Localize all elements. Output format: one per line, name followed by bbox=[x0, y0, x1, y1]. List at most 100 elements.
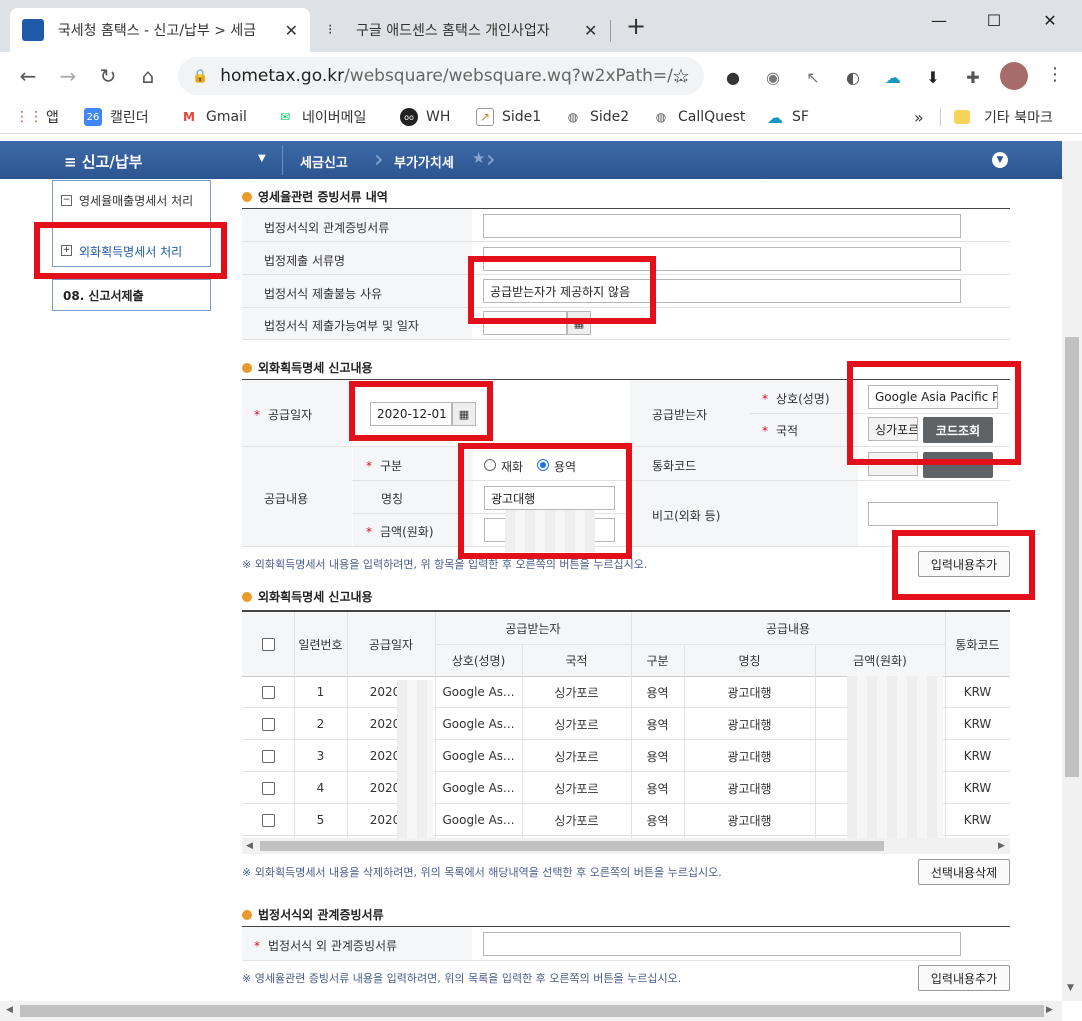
menu-icon[interactable]: ⋮ bbox=[1046, 64, 1064, 85]
forward-icon[interactable]: → bbox=[54, 62, 82, 90]
cell-type: 용역 bbox=[646, 685, 669, 700]
sidebar-item-submit[interactable]: 08. 신고서제출 bbox=[52, 279, 211, 311]
header-date: 공급일자 bbox=[368, 637, 414, 652]
adsense-favicon-icon: ⁝ bbox=[328, 22, 333, 38]
header-seq: 일련번호 bbox=[298, 637, 343, 652]
other-bookmarks[interactable]: 기타 북마크 bbox=[954, 106, 1053, 128]
bullet-icon bbox=[242, 191, 252, 202]
help-note: ※ 영세율관련 증빙서류 내용을 입력하려면, 위의 목록을 입력한 후 오른쪽… bbox=[242, 972, 682, 985]
bookmark-label: 네이버메일 bbox=[302, 110, 367, 126]
tab-title: 구글 애드센스 홈택스 개인사업자 bbox=[356, 23, 550, 39]
close-tab-icon[interactable]: ✕ bbox=[584, 21, 597, 40]
cell-seq: 4 bbox=[316, 781, 325, 795]
download-ext-icon[interactable]: ⬇ bbox=[922, 66, 944, 88]
bookmark-label: Side2 bbox=[590, 109, 630, 125]
breadcrumb-tax-return[interactable]: 세금신고 bbox=[300, 152, 348, 171]
bookmark-side2[interactable]: ◍ Side2 bbox=[564, 106, 629, 128]
add-evidence-button[interactable]: 입력내용추가 bbox=[918, 965, 1010, 991]
globe-icon: ◍ bbox=[567, 110, 579, 124]
scroll-down-icon[interactable]: ▼ bbox=[1067, 983, 1074, 993]
tab-hometax[interactable]: 국세청 홈택스 - 신고/납부 > 세금 ✕ bbox=[10, 8, 310, 52]
row-checkbox[interactable] bbox=[242, 708, 294, 740]
back-icon[interactable]: ← bbox=[14, 62, 42, 90]
bookmark-side1[interactable]: ↗ Side1 bbox=[476, 106, 541, 128]
page-hscroll[interactable]: ◀ ▶ bbox=[0, 1001, 1062, 1021]
minimize-icon[interactable]: — bbox=[916, 6, 962, 34]
close-window-icon[interactable]: ✕ bbox=[1027, 6, 1073, 34]
favorite-star-icon[interactable]: ★ bbox=[472, 149, 485, 167]
close-tab-icon[interactable]: ✕ bbox=[285, 21, 298, 40]
row-checkbox[interactable] bbox=[242, 740, 294, 772]
cell-seq: 1 bbox=[316, 685, 325, 699]
cell-currency: KRW bbox=[963, 749, 992, 763]
header-content: 공급내용 bbox=[765, 621, 811, 636]
scroll-left-icon[interactable]: ◀ bbox=[6, 1005, 13, 1015]
expand-icon[interactable]: ▼ bbox=[992, 152, 1008, 168]
home-icon[interactable]: ⌂ bbox=[134, 62, 162, 90]
bookmark-apps[interactable]: ⋮⋮ 앱 bbox=[15, 106, 59, 128]
naver-mail-icon: ✉ bbox=[279, 110, 291, 124]
bookmark-gmail[interactable]: M Gmail bbox=[180, 106, 247, 128]
page-vscroll[interactable]: ▼ bbox=[1062, 141, 1082, 1001]
sidebar-item-zero-rated-sales[interactable]: 영세율매출명세서 처리 bbox=[79, 193, 205, 209]
extensions-icon[interactable]: ✚ bbox=[962, 66, 984, 88]
header-company: 상호(성명) bbox=[451, 653, 506, 668]
cell-company: Google As... bbox=[442, 813, 515, 827]
field-label: * 상호(성명) bbox=[762, 392, 830, 406]
cell-currency: KRW bbox=[963, 717, 992, 731]
new-tab-button[interactable]: + bbox=[622, 12, 650, 40]
salesforce-icon: ☁ bbox=[767, 107, 783, 127]
required-icon: * bbox=[254, 939, 260, 953]
bookmark-star-icon[interactable]: ☆ bbox=[672, 64, 690, 88]
field-label: 명칭 bbox=[381, 492, 404, 506]
remark-input[interactable] bbox=[868, 502, 998, 526]
scroll-thumb[interactable] bbox=[260, 841, 884, 851]
bookmark-callquest[interactable]: ◍ CallQuest bbox=[652, 106, 746, 128]
avatar[interactable] bbox=[1000, 62, 1028, 90]
row-checkbox[interactable] bbox=[242, 772, 294, 804]
data-grid: 일련번호 공급일자 공급받는자 공급내용 상호(성명) 국적 구분 명칭 금액(… bbox=[242, 610, 1010, 840]
cell-company: Google As... bbox=[442, 749, 515, 763]
bookmark-label: 캘린더 bbox=[110, 110, 149, 126]
bookmark-sf[interactable]: ☁ SF bbox=[766, 106, 809, 128]
incognito-ext-icon[interactable]: ● bbox=[722, 66, 744, 88]
pointer-ext-icon[interactable]: ↖ bbox=[802, 66, 824, 88]
tab-adsense[interactable]: ⁝ 구글 애드센스 홈택스 개인사업자 ✕ bbox=[318, 8, 608, 52]
reload-icon[interactable]: ↻ bbox=[94, 62, 122, 90]
globe-ext-icon[interactable]: ◉ bbox=[762, 66, 784, 88]
bookmark-naver[interactable]: ✉ 네이버메일 bbox=[276, 106, 366, 128]
scroll-left-icon[interactable]: ◀ bbox=[246, 838, 253, 854]
highlight-box bbox=[847, 361, 1021, 465]
menu-label[interactable]: ≡ 신고/납부 bbox=[64, 151, 142, 172]
lock-icon: 🔒 bbox=[192, 68, 209, 84]
select-all-checkbox[interactable] bbox=[242, 612, 294, 676]
menu-dropdown-icon[interactable]: ▼ bbox=[258, 153, 266, 164]
tab-divider bbox=[610, 20, 611, 42]
row-checkbox[interactable] bbox=[242, 804, 294, 836]
bookmark-wh[interactable]: oo WH bbox=[400, 106, 450, 128]
circle-ext-icon[interactable]: ◐ bbox=[842, 66, 864, 88]
address-bar[interactable]: 🔒 hometax.go.kr /websquare/websquare.wq?… bbox=[178, 57, 704, 95]
row-checkbox[interactable] bbox=[242, 676, 294, 708]
maximize-icon[interactable]: ☐ bbox=[971, 6, 1017, 34]
field-label: * 법정서식 외 관계증빙서류 bbox=[254, 939, 398, 953]
scroll-right-icon[interactable]: ▶ bbox=[998, 838, 1005, 854]
scroll-right-icon[interactable]: ▶ bbox=[1046, 1005, 1053, 1015]
cell-name: 광고대행 bbox=[727, 717, 772, 732]
grid-hscroll[interactable]: ◀ ▶ bbox=[242, 838, 1010, 854]
salesforce-ext-icon[interactable]: ☁ bbox=[882, 66, 904, 88]
collapse-icon[interactable]: − bbox=[61, 195, 72, 206]
breadcrumb-vat[interactable]: 부가가치세 bbox=[394, 152, 454, 171]
tab-title: 국세청 홈택스 - 신고/납부 > 세금 bbox=[57, 23, 257, 39]
bookmarks-overflow[interactable]: » bbox=[914, 106, 924, 128]
cell-seq: 3 bbox=[316, 749, 325, 763]
related-evidence-input[interactable] bbox=[483, 932, 961, 956]
header-country: 국적 bbox=[565, 653, 588, 668]
bookmark-calendar[interactable]: 26 캘린더 bbox=[84, 106, 149, 128]
scroll-thumb[interactable] bbox=[20, 1005, 1044, 1017]
evidence-doc-input[interactable] bbox=[483, 214, 961, 238]
scroll-thumb[interactable] bbox=[1065, 337, 1079, 777]
field-label: 법정서식 제출가능여부 및 일자 bbox=[264, 319, 419, 333]
wh-icon: oo bbox=[400, 108, 418, 126]
delete-selected-button[interactable]: 선택내용삭제 bbox=[918, 859, 1010, 885]
